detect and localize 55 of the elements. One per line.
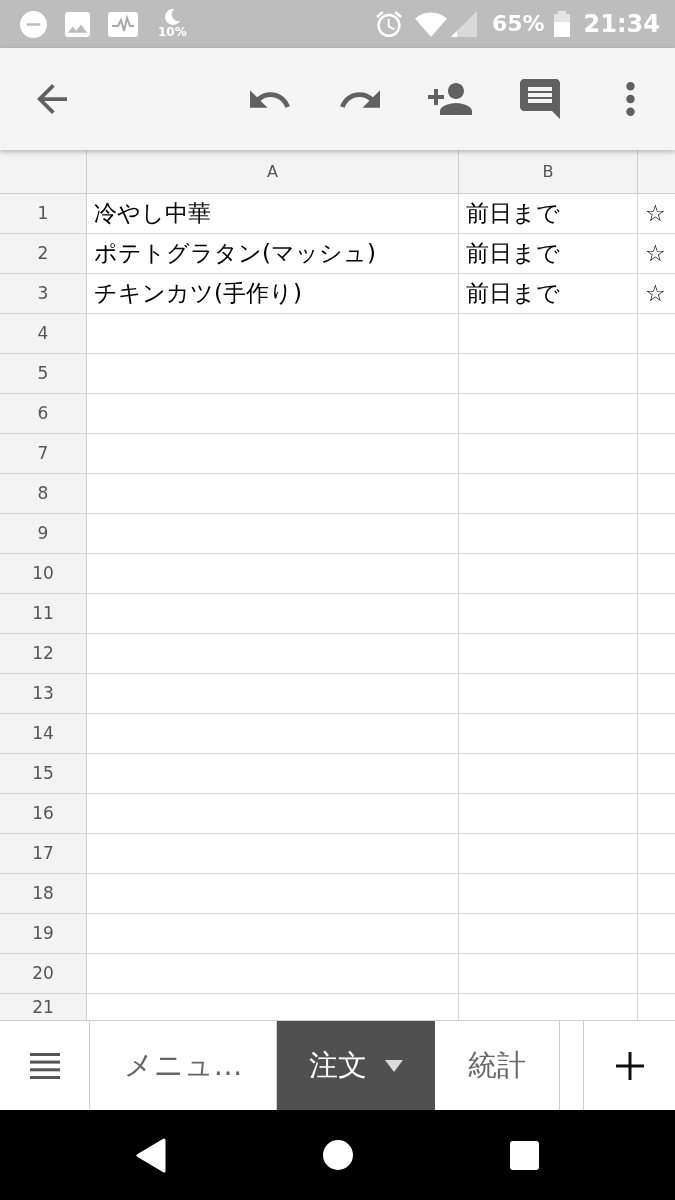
row-header[interactable]: 17 xyxy=(0,834,87,873)
indicator-percent: 10% xyxy=(158,25,187,39)
row-header[interactable]: 14 xyxy=(0,714,87,753)
row-header[interactable]: 8 xyxy=(0,474,87,513)
table-cell[interactable]: 冷やし中華 xyxy=(87,194,459,233)
table-cell[interactable]: 前日まで xyxy=(459,274,638,313)
battery-icon xyxy=(553,11,570,37)
recents-square-icon xyxy=(510,1140,539,1170)
table-cell[interactable]: 前日まで xyxy=(459,194,638,233)
row-header[interactable]: 1 xyxy=(0,194,87,233)
row-header[interactable]: 15 xyxy=(0,754,87,793)
row-header[interactable]: 20 xyxy=(0,954,87,993)
table-cell[interactable]: ☆ xyxy=(638,274,675,313)
comment-icon xyxy=(520,79,560,119)
menu-icon xyxy=(29,1052,60,1079)
table-cell[interactable]: 前日まで xyxy=(459,234,638,273)
caret-icon xyxy=(385,1059,403,1072)
row-header[interactable]: 4 xyxy=(0,314,87,353)
row-header[interactable]: 10 xyxy=(0,554,87,593)
undo-icon xyxy=(250,90,290,108)
table-cell[interactable]: ☆ xyxy=(638,234,675,273)
clock-time: 21:34 xyxy=(583,12,660,36)
column-header[interactable]: A xyxy=(87,150,459,193)
column-header[interactable]: B xyxy=(459,150,638,193)
row-header[interactable]: 6 xyxy=(0,394,87,433)
moon-icon xyxy=(164,9,180,25)
wifi-icon xyxy=(414,11,447,37)
row-header[interactable]: 3 xyxy=(0,274,87,313)
row-header[interactable]: 9 xyxy=(0,514,87,553)
row-header[interactable]: 13 xyxy=(0,674,87,713)
signal-icon xyxy=(450,11,477,37)
table-cell[interactable]: ☆ xyxy=(638,194,675,233)
battery-percent: 65% xyxy=(491,13,545,35)
row-header[interactable]: 19 xyxy=(0,914,87,953)
table-cell[interactable]: チキンカツ(手作り) xyxy=(87,274,459,313)
alarm-clock-icon xyxy=(375,11,402,37)
back-arrow-icon xyxy=(37,84,67,114)
more-options-icon xyxy=(625,82,635,116)
back-triangle-icon xyxy=(135,1137,166,1173)
redo-icon xyxy=(340,90,380,108)
row-header[interactable]: 11 xyxy=(0,594,87,633)
add-person-icon xyxy=(428,83,472,115)
row-header[interactable]: 21 xyxy=(0,994,87,1020)
row-header[interactable]: 12 xyxy=(0,634,87,673)
sheet-tab[interactable]: 注文 xyxy=(277,1021,435,1110)
home-circle-icon xyxy=(322,1140,353,1170)
image-icon xyxy=(65,11,90,37)
pulse-icon xyxy=(108,11,138,37)
row-header[interactable]: 2 xyxy=(0,234,87,273)
row-header[interactable]: 7 xyxy=(0,434,87,473)
table-cell[interactable]: ポテトグラタン(マッシュ) xyxy=(87,234,459,273)
row-header[interactable]: 5 xyxy=(0,354,87,393)
row-header[interactable]: 16 xyxy=(0,794,87,833)
row-header[interactable]: 18 xyxy=(0,874,87,913)
plus-icon xyxy=(615,1051,644,1080)
